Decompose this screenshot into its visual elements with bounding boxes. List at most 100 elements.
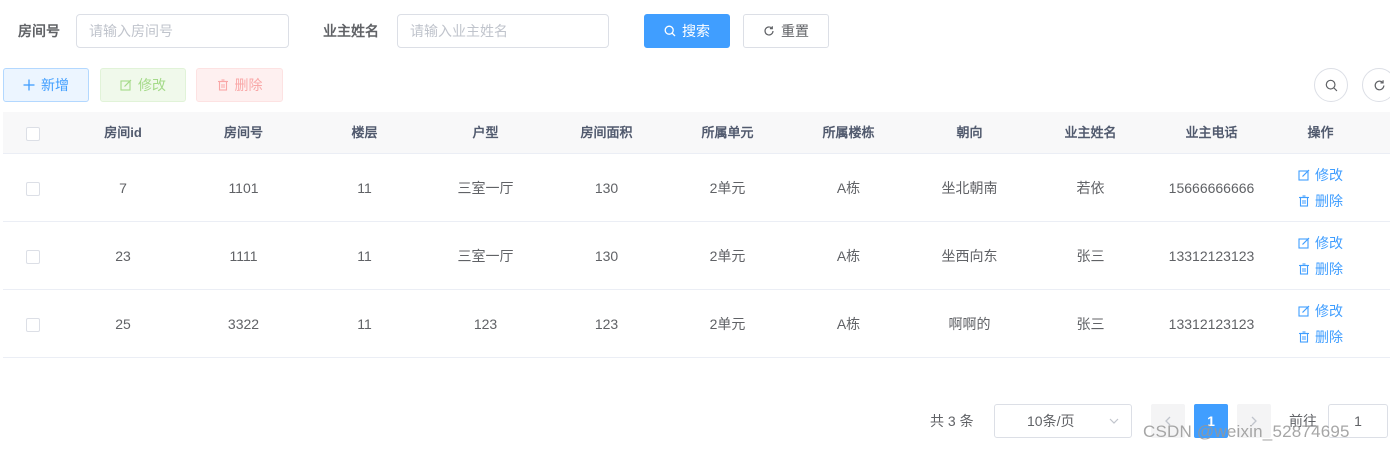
refresh-icon xyxy=(1374,79,1384,90)
add-button[interactable]: 新增 xyxy=(3,68,89,102)
cell-room-id: 7 xyxy=(119,180,127,196)
page-size-value: 10条/页 xyxy=(1027,413,1075,429)
prev-page-button[interactable] xyxy=(1151,404,1185,438)
add-button-label: 新增 xyxy=(41,77,69,93)
header-layout: 户型 xyxy=(472,125,499,140)
cell-phone: 13312123123 xyxy=(1168,248,1255,264)
cell-building: A栋 xyxy=(836,248,861,264)
delete-button[interactable]: 删除 xyxy=(196,68,283,102)
cell-layout: 123 xyxy=(473,316,498,332)
row-select-cell xyxy=(3,154,63,222)
cell-area: 130 xyxy=(594,180,619,196)
header-floor: 楼层 xyxy=(351,125,378,140)
next-page-button[interactable] xyxy=(1237,404,1271,438)
jump-page-input[interactable] xyxy=(1328,404,1388,438)
row-delete-label: 删除 xyxy=(1315,193,1343,209)
cell-floor: 11 xyxy=(357,316,372,332)
header-owner: 业主姓名 xyxy=(1064,125,1117,140)
header-building: 所属楼栋 xyxy=(822,125,875,140)
cell-phone: 15666666666 xyxy=(1168,180,1255,196)
table-row: 23 1111 11 三室一厅 130 2单元 A栋 坐西向东 张三 13312… xyxy=(3,222,1390,290)
row-edit-label: 修改 xyxy=(1315,303,1343,319)
cell-owner: 张三 xyxy=(1076,248,1105,264)
plus-icon xyxy=(23,79,35,91)
trash-icon xyxy=(217,79,228,91)
cell-actions: 修改 删除 xyxy=(1272,290,1369,358)
cell-orientation: 坐北朝南 xyxy=(941,180,998,196)
row-edit-label: 修改 xyxy=(1315,235,1343,251)
cell-floor: 11 xyxy=(357,248,372,264)
trash-icon xyxy=(1299,331,1309,343)
owner-name-label: 业主姓名 xyxy=(323,23,379,39)
row-delete-label: 删除 xyxy=(1315,261,1343,277)
trash-icon xyxy=(1299,263,1309,275)
page-number-current[interactable]: 1 xyxy=(1194,404,1228,438)
cell-phone: 13312123123 xyxy=(1168,316,1255,332)
row-checkbox[interactable] xyxy=(26,182,40,197)
row-edit-link[interactable]: 修改 xyxy=(1298,165,1343,185)
cell-floor: 11 xyxy=(357,180,372,196)
header-room-id: 房间id xyxy=(104,125,142,140)
cell-room-no: 1111 xyxy=(229,248,258,264)
reset-button[interactable]: 重置 xyxy=(743,14,829,48)
delete-button-label: 删除 xyxy=(234,77,263,93)
toggle-search-button[interactable] xyxy=(1314,68,1348,102)
header-phone: 业主电话 xyxy=(1185,125,1238,140)
row-delete-link[interactable]: 删除 xyxy=(1298,191,1343,211)
cell-unit: 2单元 xyxy=(709,248,746,264)
owner-name-input[interactable] xyxy=(397,14,609,48)
refresh-table-button[interactable] xyxy=(1362,68,1390,102)
table-row: 7 1101 11 三室一厅 130 2单元 A栋 坐北朝南 若依 156666… xyxy=(3,154,1390,222)
cell-owner: 若依 xyxy=(1076,180,1105,196)
search-button[interactable]: 搜索 xyxy=(644,14,730,48)
room-no-input[interactable] xyxy=(76,14,289,48)
refresh-icon xyxy=(764,26,774,36)
cell-room-no: 1101 xyxy=(228,180,259,196)
search-icon xyxy=(664,25,676,37)
search-icon xyxy=(1325,79,1337,91)
edit-icon xyxy=(120,79,132,91)
trash-icon xyxy=(1299,195,1309,207)
edit-button[interactable]: 修改 xyxy=(100,68,186,102)
row-delete-label: 删除 xyxy=(1315,329,1343,345)
cell-layout: 三室一厅 xyxy=(457,248,514,264)
cell-actions: 修改 删除 xyxy=(1272,222,1369,290)
header-area: 房间面积 xyxy=(580,125,633,140)
row-edit-label: 修改 xyxy=(1315,167,1343,183)
page-size-select[interactable]: 10条/页 xyxy=(994,404,1132,438)
room-table: 房间id 房间号 楼层 户型 房间面积 所属单元 所属楼栋 朝向 业主姓名 业主… xyxy=(3,112,1390,358)
cell-room-id: 25 xyxy=(115,316,131,332)
row-edit-link[interactable]: 修改 xyxy=(1298,301,1343,321)
cell-layout: 三室一厅 xyxy=(457,180,514,196)
header-actions: 操作 xyxy=(1307,125,1334,140)
chevron-down-icon xyxy=(1109,418,1119,424)
search-button-label: 搜索 xyxy=(682,23,710,39)
header-orientation: 朝向 xyxy=(956,125,983,140)
row-edit-link[interactable]: 修改 xyxy=(1298,233,1343,253)
cell-actions: 修改 删除 xyxy=(1272,154,1369,222)
row-checkbox[interactable] xyxy=(26,318,40,333)
cell-building: A栋 xyxy=(836,180,861,196)
cell-room-id: 23 xyxy=(115,248,131,264)
table-header: 房间id 房间号 楼层 户型 房间面积 所属单元 所属楼栋 朝向 业主姓名 业主… xyxy=(3,112,1390,154)
header-unit: 所属单元 xyxy=(701,125,754,140)
header-select-all xyxy=(3,112,63,154)
cell-orientation: 啊啊的 xyxy=(948,316,991,332)
room-no-label: 房间号 xyxy=(18,23,60,39)
row-delete-link[interactable]: 删除 xyxy=(1298,327,1343,347)
row-checkbox[interactable] xyxy=(26,250,40,265)
chevron-right-icon xyxy=(1251,416,1257,426)
chevron-left-icon xyxy=(1165,416,1171,426)
edit-icon xyxy=(1298,237,1310,249)
cell-area: 123 xyxy=(594,316,619,332)
select-all-checkbox[interactable] xyxy=(26,126,40,141)
cell-unit: 2单元 xyxy=(709,180,746,196)
table-row: 25 3322 11 123 123 2单元 A栋 啊啊的 张三 1331212… xyxy=(3,290,1390,358)
cell-unit: 2单元 xyxy=(709,316,746,332)
jump-label: 前往 xyxy=(1289,413,1317,429)
header-room-no: 房间号 xyxy=(223,125,263,140)
row-select-cell xyxy=(3,290,63,358)
row-select-cell xyxy=(3,222,63,290)
row-delete-link[interactable]: 删除 xyxy=(1298,259,1343,279)
cell-room-no: 3322 xyxy=(227,316,260,332)
